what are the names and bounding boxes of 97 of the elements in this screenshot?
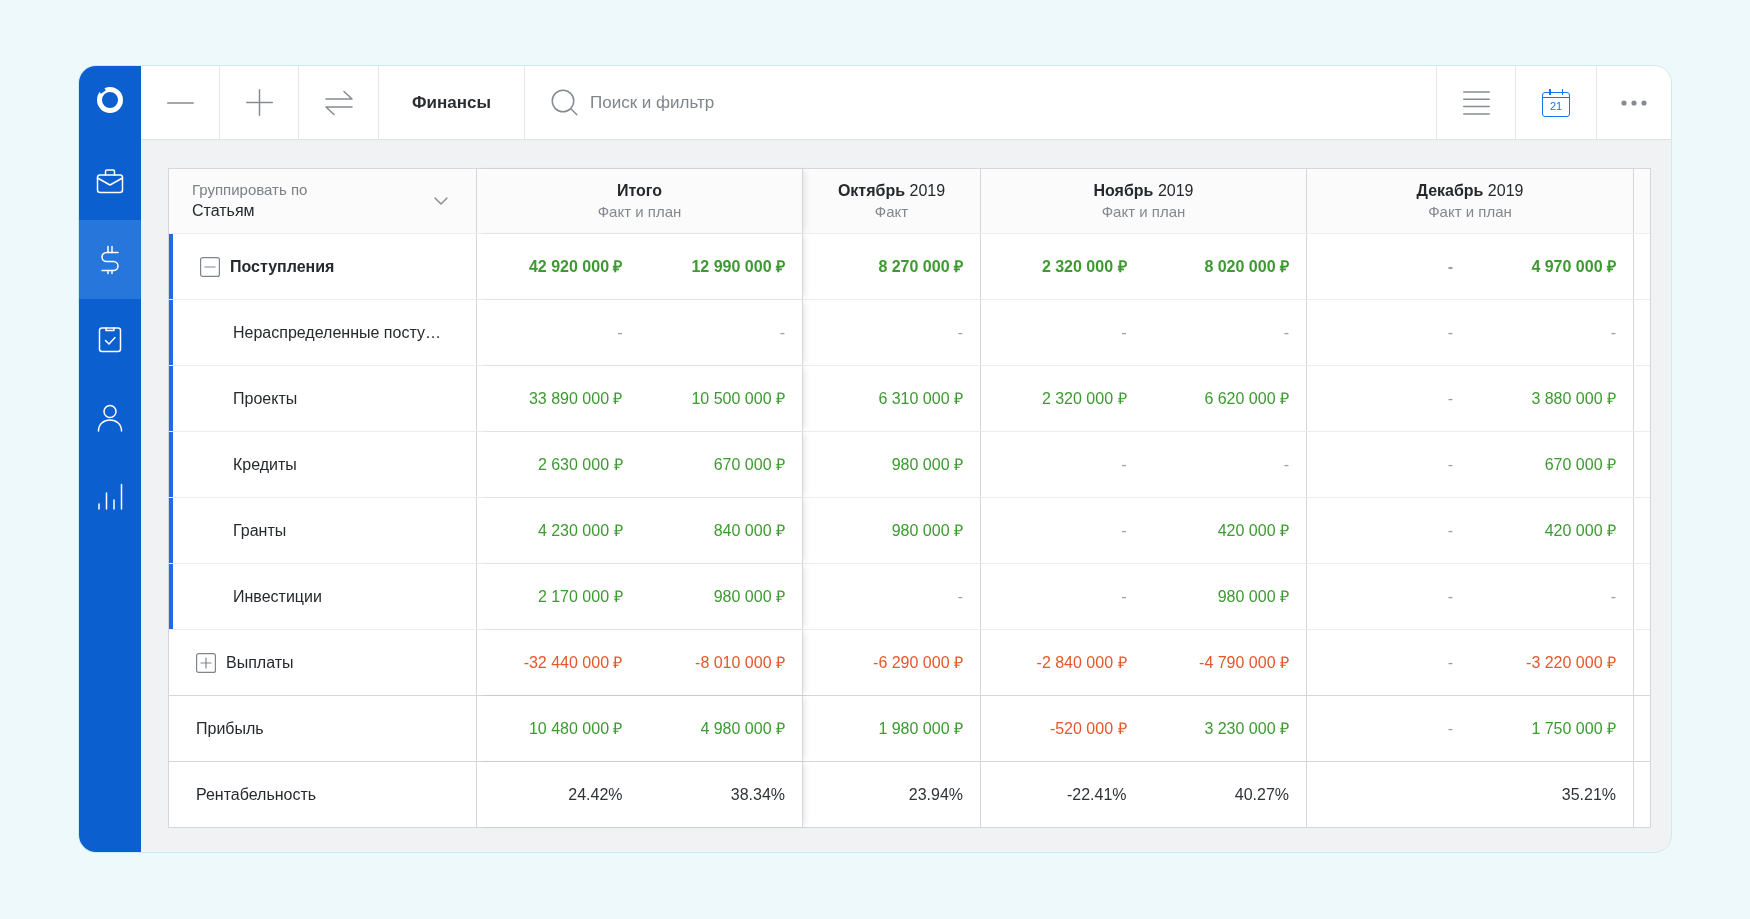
amount-text: 8 270 000 ₽ <box>878 256 963 277</box>
bar-chart-icon <box>97 482 123 511</box>
percent-text: 23.94% <box>908 784 963 805</box>
amount-text: 3 880 000 ₽ <box>1531 388 1616 409</box>
amount-text: 2 170 000 ₽ <box>537 586 623 607</box>
amount-text: 2 320 000 ₽ <box>1041 388 1127 409</box>
row-label: Гранты <box>233 520 287 541</box>
empty-value: - <box>1610 586 1616 607</box>
row-label: Проекты <box>233 388 298 409</box>
amount-text: 2 320 000 ₽ <box>1041 256 1127 277</box>
search-input[interactable]: Поиск и фильтр <box>590 82 1436 123</box>
percent-text: 40.27% <box>1234 784 1289 805</box>
percent-text: 38.34% <box>730 784 785 805</box>
amount-text: 12 990 000 ₽ <box>691 256 785 277</box>
amount-text: 10 500 000 ₽ <box>691 388 785 409</box>
amount-text: 670 000 ₽ <box>1544 454 1616 475</box>
amount-text: 4 230 000 ₽ <box>537 520 623 541</box>
amount-text: 980 000 ₽ <box>891 520 963 541</box>
calendar-button[interactable]: 21 <box>1515 66 1596 139</box>
column-subtitle: Факт <box>874 202 909 222</box>
percent-text: -22.41% <box>1066 784 1127 805</box>
amount-text: 420 000 ₽ <box>1217 520 1289 541</box>
percent-text: 35.21% <box>1561 784 1616 805</box>
chevron-down-icon <box>434 197 448 205</box>
calendar-date: 21 <box>1549 101 1563 112</box>
amount-text: 980 000 ₽ <box>713 586 785 607</box>
empty-value: - <box>1447 718 1453 739</box>
empty-value: - <box>1121 520 1127 541</box>
amount-text: -8 010 000 ₽ <box>695 652 785 673</box>
expand-square-icon[interactable] <box>196 652 216 673</box>
amount-text: -2 840 000 ₽ <box>1036 652 1127 673</box>
amount-text: 4 970 000 ₽ <box>1531 256 1616 277</box>
empty-value: - <box>1610 322 1616 343</box>
row-label: Прибыль <box>196 718 264 739</box>
dollar-icon <box>100 244 120 275</box>
column-title: Итого <box>616 181 663 201</box>
empty-value: - <box>1447 454 1453 475</box>
empty-value: - <box>779 322 785 343</box>
amount-text: -4 790 000 ₽ <box>1199 652 1289 673</box>
column-subtitle: Факт и план <box>597 202 682 222</box>
logo-icon <box>96 86 124 114</box>
row-label: Рентабельность <box>196 784 317 805</box>
amount-text: 1 980 000 ₽ <box>878 718 963 739</box>
empty-value: - <box>1447 652 1453 673</box>
column-subtitle: Факт и план <box>1428 202 1512 222</box>
plus-icon <box>245 89 273 116</box>
amount-text: 2 630 000 ₽ <box>537 454 623 475</box>
row-label: Поступления <box>230 256 335 277</box>
amount-text: 840 000 ₽ <box>713 520 785 541</box>
briefcase-icon <box>96 167 124 194</box>
column-title: Декабрь 2019 <box>1416 181 1524 201</box>
amount-text: 670 000 ₽ <box>713 454 785 475</box>
minus-icon <box>166 101 194 104</box>
list-lines-icon <box>1462 90 1490 115</box>
amount-text: -6 290 000 ₽ <box>873 652 963 673</box>
amount-text: -520 000 ₽ <box>1049 718 1127 739</box>
amount-text: 980 000 ₽ <box>1217 586 1289 607</box>
amount-text: 420 000 ₽ <box>1544 520 1616 541</box>
amount-text: 8 020 000 ₽ <box>1204 256 1289 277</box>
search-icon <box>551 89 578 116</box>
column-subtitle: Факт и план <box>1101 202 1186 222</box>
amount-text: 3 230 000 ₽ <box>1204 718 1289 739</box>
amount-text: 6 620 000 ₽ <box>1204 388 1289 409</box>
empty-value: - <box>1283 322 1289 343</box>
amount-text: 33 890 000 ₽ <box>528 388 623 409</box>
empty-value: - <box>1447 520 1453 541</box>
amount-text: -3 220 000 ₽ <box>1526 652 1616 673</box>
amount-text: -32 440 000 ₽ <box>523 652 623 673</box>
empty-value: - <box>1121 454 1127 475</box>
row-label: Нераспределенные посту… <box>233 322 441 343</box>
row-label: Кредиты <box>233 454 297 475</box>
row-label: Выплаты <box>226 652 294 673</box>
empty-value: - <box>1283 454 1289 475</box>
empty-value: - <box>1447 586 1453 607</box>
clipboard-check-icon <box>98 324 122 353</box>
row-label: Инвестиции <box>233 586 322 607</box>
empty-value: - <box>957 322 963 343</box>
person-icon <box>97 403 123 432</box>
empty-value: - <box>1447 388 1453 409</box>
amount-text: 10 480 000 ₽ <box>528 718 623 739</box>
more-icon <box>1621 99 1647 106</box>
amount-text: 42 920 000 ₽ <box>528 256 623 277</box>
column-title: Октябрь 2019 <box>837 181 946 201</box>
empty-value: - <box>1121 586 1127 607</box>
column-title: Ноябрь 2019 <box>1093 181 1194 201</box>
amount-text: 1 750 000 ₽ <box>1531 718 1616 739</box>
empty-value: - <box>617 322 623 343</box>
amount-text: 6 310 000 ₽ <box>878 388 963 409</box>
empty-value: - <box>957 586 963 607</box>
empty-value: - <box>1447 322 1453 343</box>
collapse-square-icon[interactable] <box>200 256 220 277</box>
percent-text: 24.42% <box>568 784 623 805</box>
empty-value: - <box>1121 322 1127 343</box>
sidebar-item[interactable] <box>79 220 141 299</box>
amount-text: 4 980 000 ₽ <box>700 718 785 739</box>
empty-value: - <box>1447 256 1453 277</box>
amount-text: 980 000 ₽ <box>891 454 963 475</box>
